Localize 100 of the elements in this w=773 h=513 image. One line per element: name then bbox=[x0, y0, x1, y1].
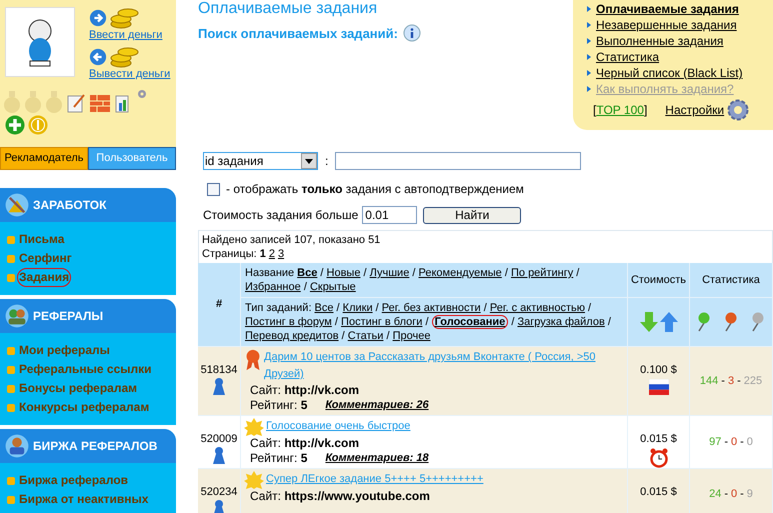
bullet-icon bbox=[587, 38, 591, 44]
filter-link[interactable]: Рег. с активностью bbox=[490, 302, 585, 314]
settings-link[interactable]: Настройки bbox=[665, 101, 724, 119]
account-tab[interactable]: Рекламодатель bbox=[0, 147, 88, 170]
sort-up-icon[interactable] bbox=[660, 312, 678, 332]
separator: / bbox=[484, 302, 487, 314]
column-header: # bbox=[198, 263, 241, 347]
menu-link[interactable]: Задания bbox=[17, 268, 72, 287]
filter-link[interactable]: Голосование bbox=[432, 315, 508, 329]
filter-link[interactable]: Лучшие bbox=[370, 267, 410, 279]
withdraw-link[interactable]: Вывести деньги bbox=[89, 68, 170, 81]
results-count: Найдено записей 107, показано 51 bbox=[202, 233, 382, 247]
filter-link[interactable]: Постинг в блоги bbox=[341, 316, 422, 328]
search-heading: Поиск оплачиваемых заданий: bbox=[198, 25, 398, 44]
pin-icon[interactable] bbox=[751, 312, 766, 332]
separator: / bbox=[364, 267, 367, 279]
deposit-link[interactable]: Ввести деньги bbox=[89, 29, 170, 42]
menu-link[interactable]: Серфинг bbox=[17, 249, 74, 268]
filter-link[interactable]: Рег. без активности bbox=[382, 302, 481, 314]
medal-icon bbox=[24, 91, 42, 113]
filter-link[interactable]: Постинг в форум bbox=[245, 316, 332, 328]
filter-link[interactable]: Скрытые bbox=[310, 281, 356, 293]
page-link[interactable]: 2 bbox=[268, 247, 275, 261]
stat-value: 9 bbox=[746, 486, 753, 502]
task-price: 0.100 $ bbox=[640, 363, 677, 377]
column-header: Стоимость bbox=[628, 263, 690, 298]
medal-icon bbox=[45, 91, 63, 113]
filter-link[interactable]: Загрузка файлов bbox=[517, 316, 605, 328]
notepad-icon[interactable] bbox=[66, 93, 86, 113]
bullet-icon bbox=[7, 496, 15, 504]
starburst-icon bbox=[244, 418, 264, 436]
task-id: 520009 bbox=[200, 432, 238, 446]
separator: / bbox=[336, 302, 340, 314]
page-link[interactable]: 3 bbox=[278, 247, 284, 261]
pin-icon[interactable] bbox=[696, 312, 711, 332]
stat-value: 97 bbox=[709, 434, 722, 450]
filter-link[interactable]: Статьи bbox=[348, 330, 384, 342]
search-input[interactable] bbox=[335, 152, 582, 170]
stat-value: 0 bbox=[746, 434, 753, 450]
dropdown-icon[interactable] bbox=[301, 153, 317, 169]
id-select[interactable]: id задания bbox=[203, 152, 318, 170]
site-line: Сайт: http://vk.com bbox=[249, 436, 360, 451]
gear-icon[interactable] bbox=[137, 89, 147, 99]
plus-icon[interactable] bbox=[5, 115, 25, 135]
filter-link[interactable]: Все bbox=[297, 267, 318, 279]
info-icon[interactable] bbox=[402, 24, 422, 44]
filter-link[interactable]: Клики bbox=[342, 302, 373, 314]
bullet-icon bbox=[7, 254, 15, 262]
search-button[interactable]: Найти bbox=[423, 206, 522, 224]
menu-header-title: БИРЖА РЕФЕРАЛОВ bbox=[33, 438, 158, 455]
nav-link[interactable]: Черный список (Black List) bbox=[596, 65, 743, 81]
filter-link[interactable]: Прочее bbox=[392, 330, 430, 342]
stat-value: 0 bbox=[731, 434, 738, 450]
separator: - bbox=[724, 486, 728, 502]
menu-link[interactable]: Конкурсы рефералам bbox=[17, 398, 152, 417]
separator: / bbox=[320, 267, 324, 279]
filter-link[interactable]: Избранное bbox=[245, 281, 301, 293]
gear-icon[interactable] bbox=[727, 99, 750, 121]
bullet-icon bbox=[7, 404, 15, 412]
filter-link[interactable]: Рекомендуемые bbox=[418, 267, 502, 279]
medal-icon bbox=[3, 91, 21, 113]
ribbon-icon bbox=[244, 349, 262, 371]
stat-value: 24 bbox=[709, 486, 722, 502]
menu-link[interactable]: Реферальные ссылки bbox=[17, 360, 154, 379]
menu-link[interactable]: Биржа рефералов bbox=[17, 471, 130, 490]
separator: - bbox=[740, 486, 744, 502]
nav-link[interactable]: Выполненные задания bbox=[596, 33, 724, 49]
avatar-placeholder bbox=[5, 7, 75, 77]
rating-line: Рейтинг: 5 bbox=[250, 398, 308, 413]
comments-link[interactable]: Комментариев: 18 bbox=[325, 451, 429, 466]
starburst-icon bbox=[244, 471, 264, 489]
price-input[interactable]: 0.01 bbox=[362, 206, 418, 224]
bullet-icon bbox=[7, 366, 15, 374]
filter-link[interactable]: По рейтингу bbox=[510, 267, 574, 279]
nav-link[interactable]: Оплачиваемые задания bbox=[596, 1, 739, 17]
task-price: 0.015 $ bbox=[640, 432, 677, 446]
menu-link[interactable]: Мои рефералы bbox=[17, 341, 112, 360]
filter-link[interactable]: Все bbox=[314, 302, 334, 314]
menu-link[interactable]: Бонусы рефералам bbox=[17, 379, 140, 398]
page-title: Оплачиваемые задания bbox=[198, 0, 378, 18]
brick-wall-icon[interactable] bbox=[89, 93, 111, 113]
menu-link[interactable]: Письма bbox=[17, 230, 66, 249]
top-100-link[interactable]: TOP 100 bbox=[596, 101, 644, 119]
page-link[interactable]: 1 bbox=[260, 247, 266, 261]
separator: - bbox=[737, 374, 741, 389]
nav-link[interactable]: Незавершенные задания bbox=[596, 17, 737, 33]
nav-link[interactable]: Статистика bbox=[596, 49, 660, 65]
task-id: 518134 bbox=[200, 363, 238, 377]
coins-icon bbox=[109, 7, 139, 29]
stat-value: 0 bbox=[731, 486, 738, 502]
task-id: 520234 bbox=[200, 485, 238, 499]
comments-link[interactable]: Комментариев: 26 bbox=[325, 398, 429, 413]
bullet-icon bbox=[7, 346, 15, 354]
filter-link[interactable]: Перевод кредитов bbox=[245, 330, 339, 342]
menu-link[interactable]: Биржа от неактивных bbox=[17, 490, 150, 509]
separator: / bbox=[412, 267, 416, 279]
bullet-icon bbox=[7, 476, 15, 484]
filter-link[interactable]: Новые bbox=[326, 267, 360, 279]
pin-icon[interactable] bbox=[724, 312, 738, 332]
checkbox[interactable] bbox=[207, 182, 220, 196]
